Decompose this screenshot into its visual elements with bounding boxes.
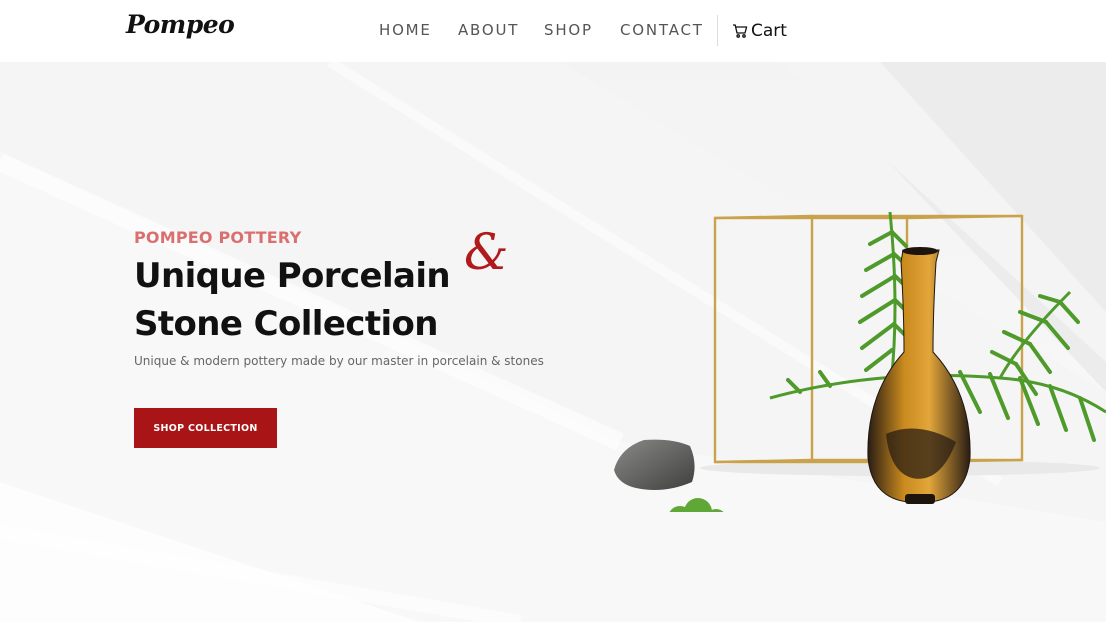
hero-eyebrow: POMPEO POTTERY xyxy=(134,228,302,247)
nav-contact-link[interactable]: CONTACT xyxy=(620,21,704,39)
cart-label: Cart xyxy=(751,21,787,41)
shopping-cart-icon xyxy=(732,23,748,39)
nav-home-link[interactable]: HOME xyxy=(379,21,432,39)
hero-title: Unique Porcelain Stone Collection xyxy=(134,256,451,344)
cart-link[interactable]: Cart xyxy=(732,20,787,42)
gold-frame xyxy=(713,214,1024,464)
shop-collection-button[interactable]: SHOP COLLECTION xyxy=(134,408,277,448)
nav-divider xyxy=(717,15,718,46)
ampersand-decoration: & xyxy=(464,223,509,281)
nav-about-link[interactable]: ABOUT xyxy=(458,21,519,39)
nav-shop-link[interactable]: SHOP xyxy=(544,21,593,39)
logo[interactable]: Pompeo xyxy=(126,10,235,39)
rock xyxy=(614,439,695,490)
hero-product-image xyxy=(614,211,1106,512)
hero-subtitle: Unique & modern pottery made by our mast… xyxy=(134,354,544,368)
hero-section: POMPEO POTTERY Unique Porcelain Stone Co… xyxy=(0,62,1106,622)
site-header: Pompeo HOME ABOUT SHOP CONTACT Cart xyxy=(0,0,1106,62)
moss xyxy=(669,498,724,512)
